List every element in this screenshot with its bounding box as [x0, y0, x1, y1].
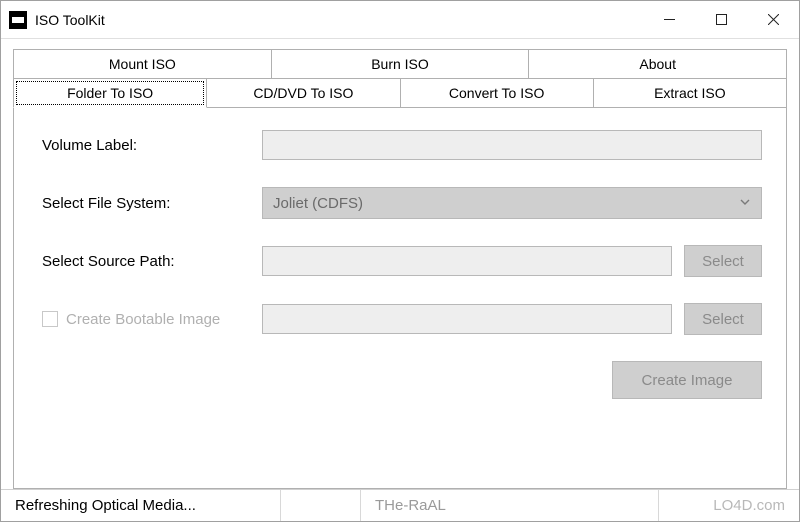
tab-extract-iso[interactable]: Extract ISO — [594, 78, 787, 108]
source-select-button[interactable]: Select — [684, 245, 762, 277]
status-watermark: THe-RaAL — [361, 490, 659, 521]
bootable-select-button[interactable]: Select — [684, 303, 762, 335]
row-create: Create Image — [42, 361, 762, 399]
minimize-icon — [664, 14, 675, 25]
filesystem-value: Joliet (CDFS) — [273, 195, 363, 212]
bootable-path-input — [262, 304, 672, 334]
tab-convert-to-iso[interactable]: Convert To ISO — [401, 78, 594, 108]
status-spacer — [281, 490, 361, 521]
filesystem-label-text: Select File System: — [42, 195, 262, 212]
volume-label-text: Volume Label: — [42, 137, 262, 154]
app-icon — [9, 11, 27, 29]
bootable-checkbox-label: Create Bootable Image — [66, 311, 220, 328]
status-attribution: LO4D.com — [659, 490, 799, 521]
minimize-button[interactable] — [643, 1, 695, 38]
row-source-path: Select Source Path: Select — [42, 245, 762, 277]
volume-label-input[interactable] — [262, 130, 762, 160]
maximize-button[interactable] — [695, 1, 747, 38]
bootable-checkbox-wrap: Create Bootable Image — [42, 311, 262, 328]
tab-panel-folder-to-iso: Volume Label: Select File System: Joliet… — [13, 107, 787, 489]
create-image-button[interactable]: Create Image — [612, 361, 762, 399]
tab-mount-iso[interactable]: Mount ISO — [13, 49, 272, 78]
app-window: ISO ToolKit Mount ISO Burn ISO About Fol… — [0, 0, 800, 522]
statusbar: Refreshing Optical Media... THe-RaAL LO4… — [1, 489, 799, 521]
bootable-checkbox[interactable] — [42, 311, 58, 327]
chevron-down-icon — [739, 195, 751, 212]
row-bootable: Create Bootable Image Select — [42, 303, 762, 335]
tab-row-top: Mount ISO Burn ISO About — [13, 49, 787, 78]
status-text: Refreshing Optical Media... — [1, 490, 281, 521]
titlebar: ISO ToolKit — [1, 1, 799, 39]
tab-cddvd-to-iso[interactable]: CD/DVD To ISO — [207, 78, 400, 108]
client-area: Mount ISO Burn ISO About Folder To ISO C… — [1, 39, 799, 489]
tab-row-bottom: Folder To ISO CD/DVD To ISO Convert To I… — [13, 78, 787, 108]
tabs: Mount ISO Burn ISO About Folder To ISO C… — [13, 49, 787, 108]
row-filesystem: Select File System: Joliet (CDFS) — [42, 187, 762, 219]
filesystem-combobox[interactable]: Joliet (CDFS) — [262, 187, 762, 219]
tab-folder-to-iso[interactable]: Folder To ISO — [13, 78, 207, 108]
tab-about[interactable]: About — [529, 49, 787, 78]
close-button[interactable] — [747, 1, 799, 38]
close-icon — [768, 14, 779, 25]
source-path-label-text: Select Source Path: — [42, 253, 262, 270]
window-controls — [643, 1, 799, 38]
window-title: ISO ToolKit — [35, 12, 105, 28]
tab-burn-iso[interactable]: Burn ISO — [272, 49, 530, 78]
maximize-icon — [716, 14, 727, 25]
source-path-input[interactable] — [262, 246, 672, 276]
row-volume-label: Volume Label: — [42, 129, 762, 161]
